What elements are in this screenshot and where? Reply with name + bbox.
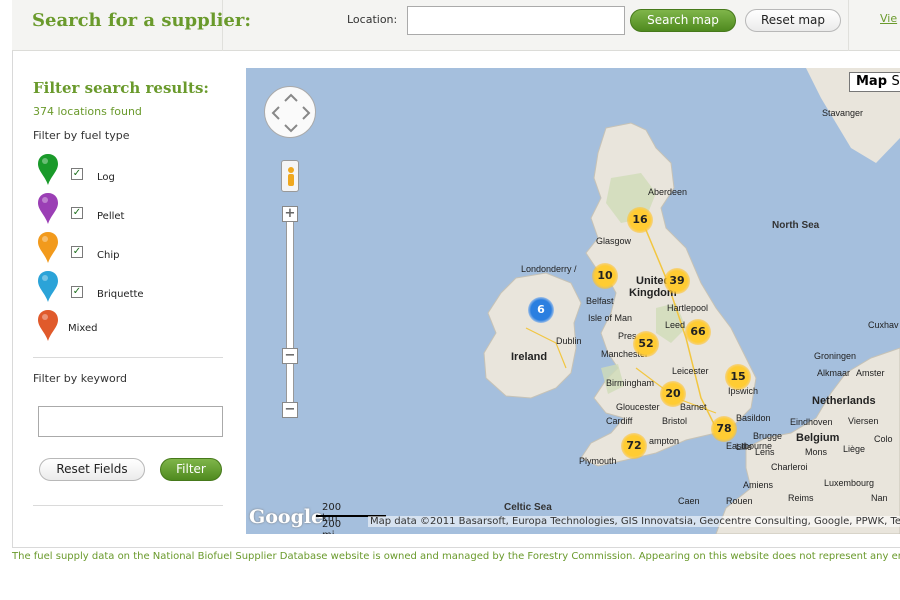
place-ireland: Ireland [511, 351, 548, 363]
place-isle-of-man: Isle of Man [588, 313, 633, 323]
place-cardiff: Cardiff [606, 416, 633, 426]
briquette-marker-icon [38, 271, 58, 302]
place-luxembourg: Luxembourg [824, 478, 875, 488]
cluster-marker[interactable]: 16 [627, 207, 653, 233]
mixed-marker-icon [38, 310, 58, 341]
briquette-label: Briquette [97, 289, 144, 300]
pan-control[interactable] [264, 86, 316, 138]
place-plymouth: Plymouth [579, 456, 617, 466]
footer-disclaimer: The fuel supply data on the National Bio… [12, 551, 900, 562]
place-viersen: Viersen [848, 416, 879, 426]
chip-marker-icon [38, 232, 58, 263]
place-charleroi: Charleroi [771, 462, 808, 472]
location-input[interactable] [407, 6, 625, 35]
place-amiens: Amiens [743, 480, 774, 490]
view-link[interactable]: Vie [880, 12, 897, 25]
place-barnet: Barnet [680, 402, 707, 412]
place-leicester: Leicester [672, 366, 709, 376]
place-groningen: Groningen [814, 351, 857, 361]
place-amsterdam: Amster [856, 368, 885, 378]
map-attribution: Map data ©2011 Basarsoft, Europa Technol… [368, 516, 900, 527]
zoom-slider[interactable] [286, 218, 294, 408]
place-belgium: Belgium [796, 432, 840, 444]
cluster-marker[interactable]: 72 [621, 433, 647, 459]
map-type-label: Map [856, 74, 888, 89]
place-alkmaar: Alkmaar [817, 368, 851, 378]
zoom-out-button[interactable]: − [282, 402, 298, 418]
place-basildon: Basildon [736, 413, 771, 423]
place-southampton: ampton [649, 436, 680, 446]
place-nancy: Nan [871, 493, 888, 503]
place-lille: Lille [736, 442, 753, 452]
search-header: Search for a supplier: Location: Search … [12, 0, 900, 51]
keyword-heading: Filter by keyword [33, 372, 128, 385]
place-netherlands: Netherlands [812, 395, 876, 407]
mixed-label: Mixed [68, 323, 98, 334]
location-label: Location: [347, 13, 398, 26]
briquette-checkbox[interactable]: ✓ [71, 286, 83, 298]
place-eindhoven: Eindhoven [790, 417, 833, 427]
cluster-marker[interactable]: 78 [711, 416, 737, 442]
zoom-in-button[interactable]: + [282, 206, 298, 222]
place-stavanger: Stavanger [822, 108, 864, 118]
keyword-input[interactable] [38, 406, 223, 437]
cluster-marker[interactable]: 66 [685, 319, 711, 345]
cluster-marker[interactable]: 6 [528, 297, 554, 323]
place-belfast: Belfast [586, 296, 614, 306]
place-dublin: Dublin [556, 336, 582, 346]
log-label: Log [97, 172, 115, 183]
label-north-sea: North Sea [772, 220, 820, 231]
pellet-label: Pellet [97, 211, 125, 222]
page-title: Search for a supplier: [32, 10, 251, 31]
place-londonderry: Londonderry / [521, 264, 577, 274]
pellet-marker-icon [38, 193, 58, 224]
place-caen: Caen [678, 496, 700, 506]
place-cuxhaven: Cuxhav [868, 320, 899, 330]
sidebar-divider-bottom [33, 505, 223, 506]
place-bristol: Bristol [662, 416, 688, 426]
place-reims: Reims [788, 493, 814, 503]
locations-found: 374 locations found [33, 105, 142, 118]
place-rouen: Rouen [726, 496, 753, 506]
place-brugge: Brugge [753, 431, 783, 441]
place-birmingham: Birmingham [606, 378, 655, 388]
place-aberdeen: Aberdeen [648, 187, 688, 197]
map-type-label-2: S [891, 74, 900, 89]
street-view-pegman-icon[interactable] [281, 160, 299, 192]
map-type-control[interactable]: Map S [849, 72, 900, 92]
chip-checkbox[interactable]: ✓ [71, 246, 83, 258]
header-divider-right [848, 0, 849, 51]
google-logo[interactable]: Google [249, 506, 323, 528]
chip-label: Chip [97, 250, 120, 261]
map-canvas[interactable]: Map S + − − Aberdeen Glasgow Londonderry… [246, 68, 900, 534]
cluster-marker[interactable]: 20 [660, 381, 686, 407]
place-liege: Liège [843, 444, 866, 454]
search-map-button[interactable]: Search map [630, 9, 736, 32]
place-lens: Lens [755, 447, 775, 457]
log-checkbox[interactable]: ✓ [71, 168, 83, 180]
cluster-marker[interactable]: 52 [633, 331, 659, 357]
label-celtic-sea: Celtic Sea [504, 502, 552, 513]
place-hartlepool: Hartlepool [667, 303, 709, 313]
place-glasgow: Glasgow [596, 236, 632, 246]
fuel-type-heading: Filter by fuel type [33, 129, 130, 142]
log-marker-icon [38, 154, 58, 185]
reset-fields-button[interactable]: Reset Fields [39, 458, 145, 481]
place-gloucester: Gloucester [616, 402, 660, 412]
place-leeds: Leed [665, 320, 686, 330]
place-mons: Mons [805, 447, 828, 457]
cluster-marker[interactable]: 39 [664, 268, 690, 294]
filter-button[interactable]: Filter [160, 458, 222, 481]
place-cologne: Colo [874, 434, 893, 444]
filter-title: Filter search results: [33, 79, 209, 97]
pan-arrows-icon [271, 93, 311, 133]
reset-map-button[interactable]: Reset map [745, 9, 841, 32]
pellet-checkbox[interactable]: ✓ [71, 207, 83, 219]
header-divider [222, 0, 223, 51]
zoom-handle[interactable]: − [282, 348, 298, 364]
cluster-marker[interactable]: 15 [725, 364, 751, 390]
scale-mi: 200 mi [322, 519, 342, 534]
sidebar-divider [33, 357, 223, 358]
cluster-marker[interactable]: 10 [592, 263, 618, 289]
